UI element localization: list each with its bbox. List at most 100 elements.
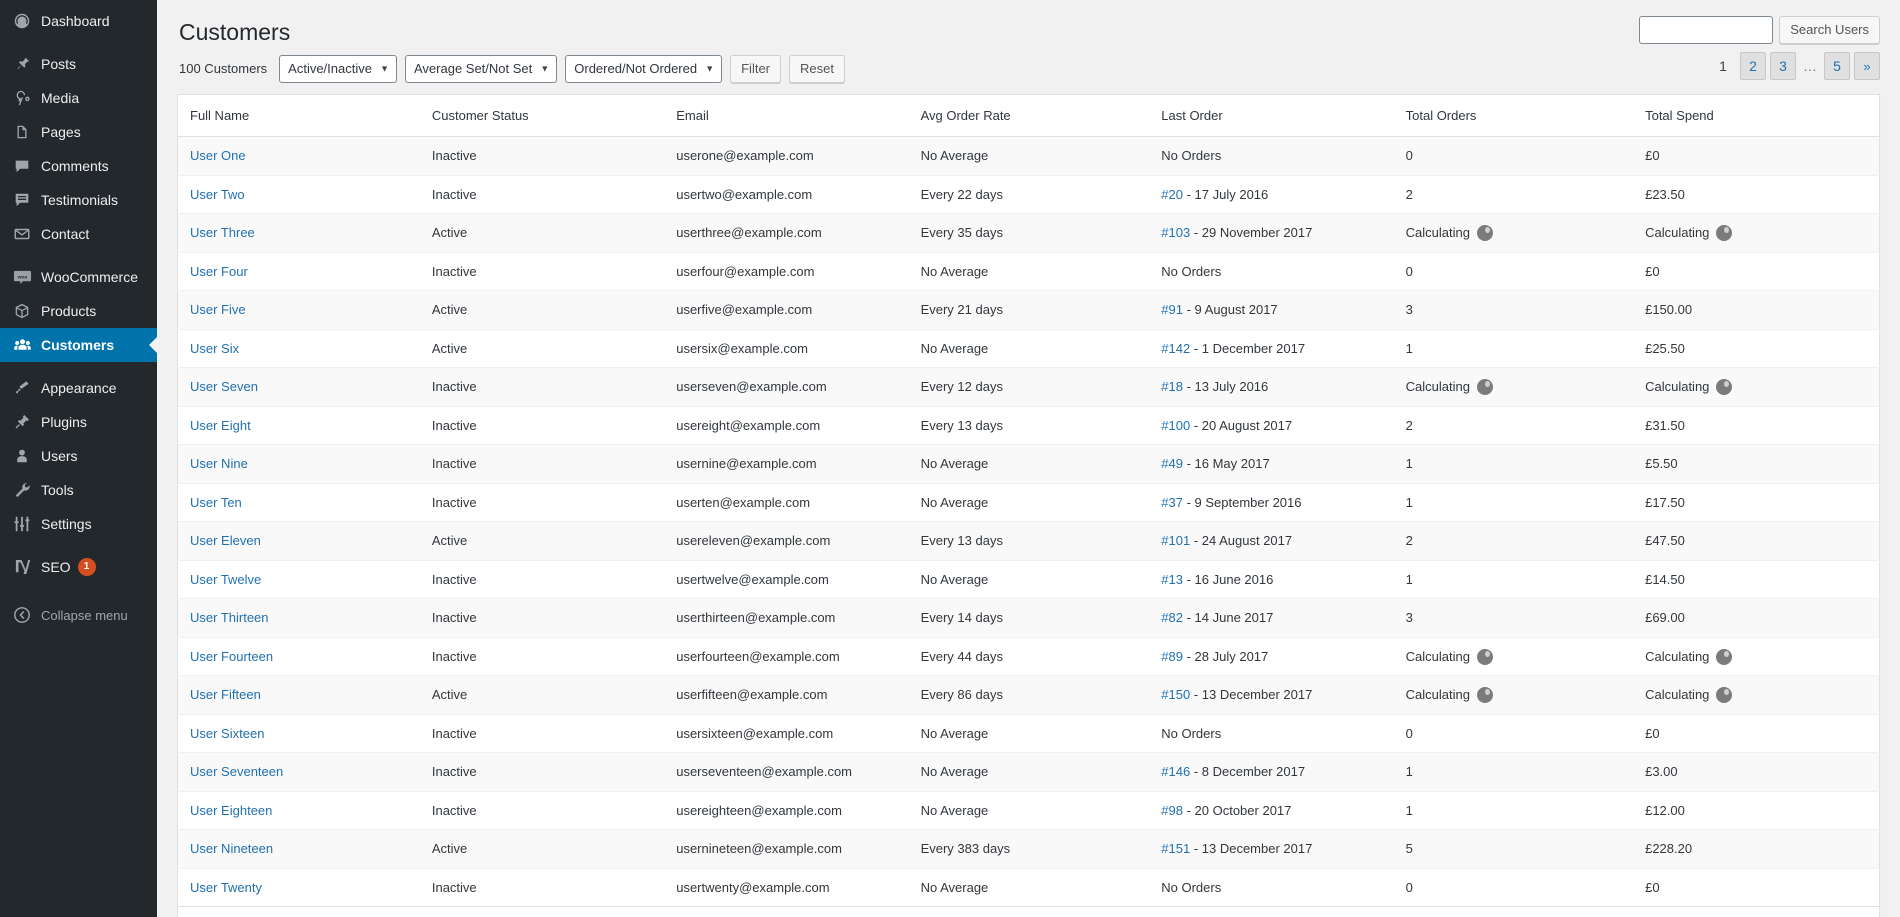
order-link[interactable]: #13 bbox=[1161, 572, 1183, 587]
sidebar-item-settings[interactable]: Settings bbox=[0, 507, 157, 541]
pagination-page-5[interactable]: 5 bbox=[1824, 52, 1850, 80]
cell-total-orders: 0 bbox=[1396, 868, 1635, 907]
search-users-button[interactable]: Search Users bbox=[1779, 16, 1880, 44]
reset-button[interactable]: Reset bbox=[789, 55, 845, 83]
filter-button[interactable]: Filter bbox=[730, 55, 781, 83]
sidebar-item-comments[interactable]: Comments bbox=[0, 149, 157, 183]
table-row: User FifteenActiveuserfifteen@example.co… bbox=[178, 676, 1880, 715]
customer-name-link[interactable]: User Nineteen bbox=[190, 841, 273, 856]
customer-name-link[interactable]: User Eighteen bbox=[190, 803, 272, 818]
order-link[interactable]: #150 bbox=[1161, 687, 1190, 702]
search-input[interactable] bbox=[1639, 16, 1773, 44]
sidebar-item-appearance[interactable]: Appearance bbox=[0, 371, 157, 405]
cell-last-order: No Orders bbox=[1151, 714, 1395, 753]
cell-total-orders: 1 bbox=[1396, 753, 1635, 792]
customer-name-link[interactable]: User Twenty bbox=[190, 880, 262, 895]
cell-email: userfour@example.com bbox=[666, 252, 910, 291]
customer-name-link[interactable]: User Seven bbox=[190, 379, 258, 394]
order-link[interactable]: #49 bbox=[1161, 456, 1183, 471]
cell-total-spend: £228.20 bbox=[1635, 830, 1879, 869]
customer-name-link[interactable]: User Two bbox=[190, 187, 245, 202]
status-filter[interactable]: Active/Inactive▼ bbox=[279, 55, 397, 83]
cell-customer-status: Inactive bbox=[422, 445, 666, 484]
order-link[interactable]: #146 bbox=[1161, 764, 1190, 779]
order-link[interactable]: #98 bbox=[1161, 803, 1183, 818]
table-row: User FiveActiveuserfive@example.comEvery… bbox=[178, 291, 1880, 330]
sidebar-item-customers[interactable]: Customers bbox=[0, 328, 157, 362]
order-link[interactable]: #142 bbox=[1161, 341, 1190, 356]
cell-customer-status: Inactive bbox=[422, 599, 666, 638]
table-row: User ThirteenInactiveuserthirteen@exampl… bbox=[178, 599, 1880, 638]
cell-customer-status: Inactive bbox=[422, 560, 666, 599]
customer-name-link[interactable]: User Eleven bbox=[190, 533, 261, 548]
pagination-page-2[interactable]: 2 bbox=[1740, 52, 1766, 80]
customer-name-link[interactable]: User Twelve bbox=[190, 572, 261, 587]
pagination-next-page[interactable]: » bbox=[1854, 52, 1880, 80]
customer-name-link[interactable]: User Seventeen bbox=[190, 764, 283, 779]
cell-email: usernine@example.com bbox=[666, 445, 910, 484]
products-icon bbox=[12, 301, 32, 321]
customer-name-link[interactable]: User Fourteen bbox=[190, 649, 273, 664]
order-link[interactable]: #20 bbox=[1161, 187, 1183, 202]
cell-customer-status: Inactive bbox=[422, 637, 666, 676]
customer-name-link[interactable]: User Thirteen bbox=[190, 610, 269, 625]
cell-customer-status: Inactive bbox=[422, 483, 666, 522]
sidebar-item-pages[interactable]: Pages bbox=[0, 115, 157, 149]
table-row: User SixActiveusersix@example.comNo Aver… bbox=[178, 329, 1880, 368]
cell-total-spend: £47.50 bbox=[1635, 522, 1879, 561]
pagination-page-3[interactable]: 3 bbox=[1770, 52, 1796, 80]
sidebar-item-label: Testimonials bbox=[41, 193, 118, 207]
cell-full-name: User Eight bbox=[178, 406, 422, 445]
order-link[interactable]: #103 bbox=[1161, 225, 1190, 240]
order-link[interactable]: #82 bbox=[1161, 610, 1183, 625]
table-row: User OneInactiveuserone@example.comNo Av… bbox=[178, 137, 1880, 176]
order-link[interactable]: #89 bbox=[1161, 649, 1183, 664]
customer-name-link[interactable]: User Eight bbox=[190, 418, 251, 433]
customer-name-link[interactable]: User Six bbox=[190, 341, 239, 356]
sidebar-item-testimonials[interactable]: Testimonials bbox=[0, 183, 157, 217]
sidebar-item-tools[interactable]: Tools bbox=[0, 473, 157, 507]
order-link[interactable]: #37 bbox=[1161, 495, 1183, 510]
sidebar-item-dashboard[interactable]: Dashboard bbox=[0, 4, 157, 38]
order-separator: - bbox=[1190, 418, 1202, 433]
cell-last-order: No Orders bbox=[1151, 252, 1395, 291]
customer-name-link[interactable]: User One bbox=[190, 148, 246, 163]
customer-name-link[interactable]: User Sixteen bbox=[190, 726, 264, 741]
cell-total-orders: 5 bbox=[1396, 830, 1635, 869]
order-link[interactable]: #100 bbox=[1161, 418, 1190, 433]
customer-name-link[interactable]: User Ten bbox=[190, 495, 242, 510]
customer-name-link[interactable]: User Fifteen bbox=[190, 687, 261, 702]
sidebar-item-products[interactable]: Products bbox=[0, 294, 157, 328]
customer-name-link[interactable]: User Five bbox=[190, 302, 246, 317]
order-link[interactable]: #91 bbox=[1161, 302, 1183, 317]
sidebar-item-contact[interactable]: Contact bbox=[0, 217, 157, 251]
ordered-filter[interactable]: Ordered/Not Ordered▼ bbox=[565, 55, 722, 83]
sidebar-item-users[interactable]: Users bbox=[0, 439, 157, 473]
sidebar-item-media[interactable]: Media bbox=[0, 81, 157, 115]
cell-total-orders: 0 bbox=[1396, 252, 1635, 291]
cell-total-orders: 1 bbox=[1396, 329, 1635, 368]
cell-total-orders: 1 bbox=[1396, 560, 1635, 599]
customer-name-link[interactable]: User Nine bbox=[190, 456, 248, 471]
sidebar-item-posts[interactable]: Posts bbox=[0, 47, 157, 81]
table-row: User FourteenInactiveuserfourteen@exampl… bbox=[178, 637, 1880, 676]
average-filter[interactable]: Average Set/Not Set▼ bbox=[405, 55, 557, 83]
order-date: 14 June 2017 bbox=[1195, 610, 1274, 625]
sidebar-item-woocommerce[interactable]: wooWooCommerce bbox=[0, 260, 157, 294]
customer-name-link[interactable]: User Four bbox=[190, 264, 248, 279]
customer-name-link[interactable]: User Three bbox=[190, 225, 255, 240]
cell-total-orders: Calculating bbox=[1396, 676, 1635, 715]
cell-total-orders: 0 bbox=[1396, 714, 1635, 753]
order-link[interactable]: #151 bbox=[1161, 841, 1190, 856]
order-separator: - bbox=[1183, 803, 1195, 818]
collapse-menu-button[interactable]: Collapse menu bbox=[0, 598, 157, 632]
sidebar-item-plugins[interactable]: Plugins bbox=[0, 405, 157, 439]
order-date: 9 August 2017 bbox=[1195, 302, 1278, 317]
calculating-indicator: Calculating bbox=[1645, 685, 1732, 705]
cell-email: userone@example.com bbox=[666, 137, 910, 176]
order-link[interactable]: #18 bbox=[1161, 379, 1183, 394]
order-link[interactable]: #101 bbox=[1161, 533, 1190, 548]
table-row: User ElevenActiveusereleven@example.comE… bbox=[178, 522, 1880, 561]
collapse-menu-label: Collapse menu bbox=[41, 609, 128, 622]
sidebar-item-seo[interactable]: SEO1 bbox=[0, 550, 157, 584]
